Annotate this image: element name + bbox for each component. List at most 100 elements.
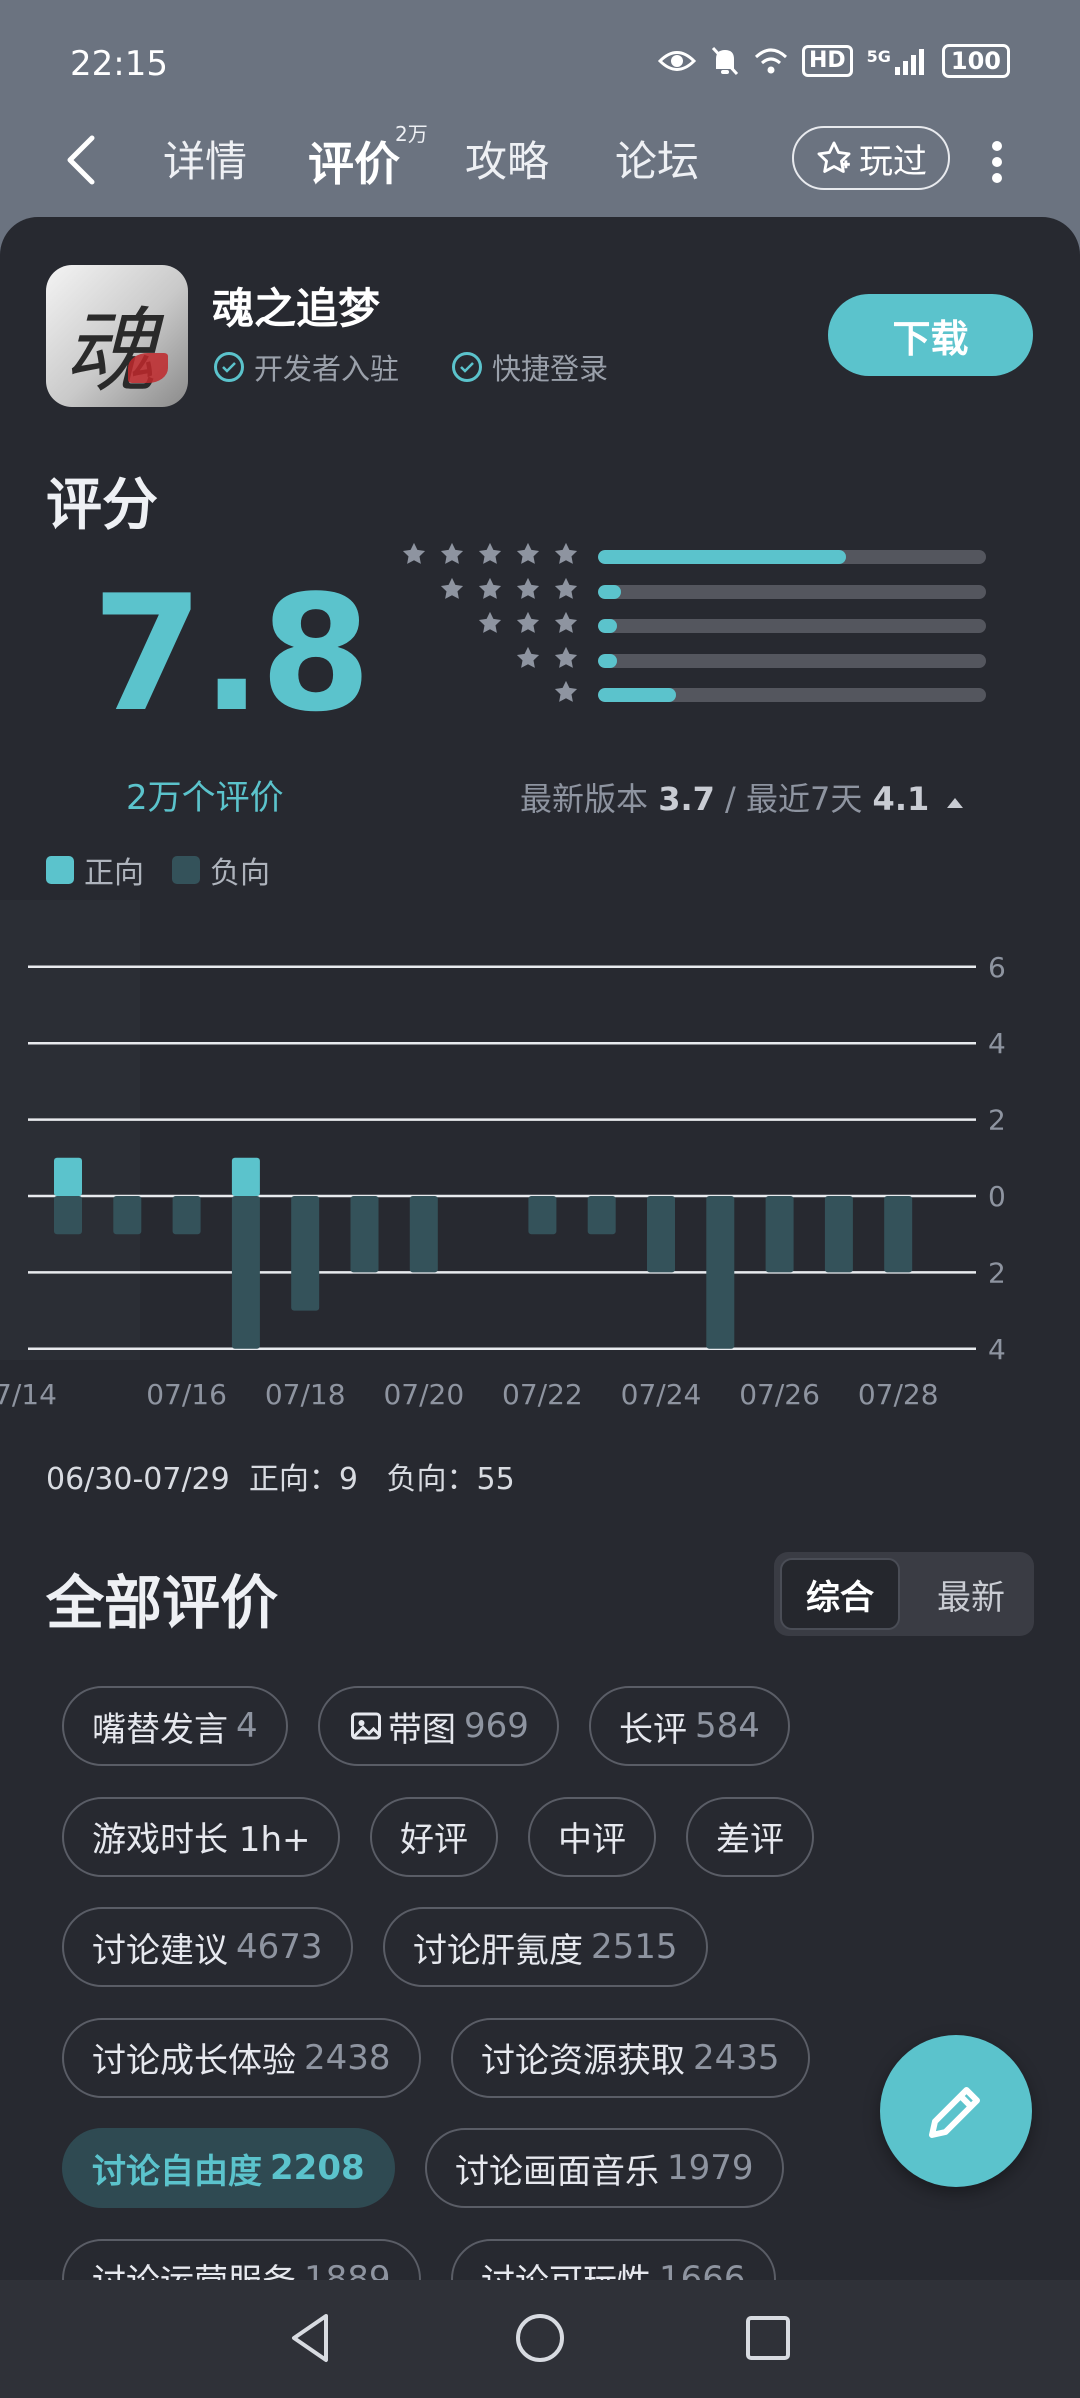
chip-label: 好评 <box>400 1820 468 1860</box>
rating-bar-fill <box>598 688 676 702</box>
filter-chip[interactable]: 讨论建议 4673 <box>62 1907 353 1987</box>
status-time: 22:15 <box>70 44 168 84</box>
y-tick-label: 0 <box>988 1180 1006 1213</box>
star-icon <box>554 611 578 633</box>
negative-bar <box>824 1196 853 1273</box>
y-tick-label: 2 <box>988 1104 1006 1137</box>
chip-count: 4673 <box>236 1927 323 1967</box>
filter-chip[interactable]: 讨论资源获取 2435 <box>451 2017 810 2098</box>
status-icons: HD 5G 100 <box>657 44 1010 78</box>
negative-bar <box>350 1196 379 1273</box>
filter-chip[interactable]: 长评 584 <box>589 1686 790 1766</box>
app-icon[interactable]: 魂 <box>46 265 188 407</box>
chip-count: 2435 <box>693 2037 780 2078</box>
star-icon <box>478 542 502 564</box>
chip-label: 带图 <box>388 1709 456 1750</box>
played-label: 玩过 <box>859 141 927 182</box>
more-vertical-icon[interactable] <box>990 140 1004 184</box>
nav-back-icon[interactable] <box>282 2308 342 2368</box>
rating-bar-5 <box>598 550 986 564</box>
star-icon <box>554 680 578 702</box>
negative-bar <box>291 1196 320 1311</box>
negative-bar <box>587 1196 616 1235</box>
filter-chip[interactable]: 游戏时长 1h+ <box>62 1796 341 1877</box>
tab-guides[interactable]: 攻略 <box>465 128 549 189</box>
stars-1 <box>386 678 580 706</box>
chip-label: 游戏时长 1h+ <box>92 1820 311 1860</box>
x-tick-label: 07/22 <box>502 1378 583 1411</box>
wifi-icon <box>754 47 788 75</box>
filter-chip[interactable]: 讨论自由度 2208 <box>62 2128 395 2208</box>
filter-chip[interactable]: 差评 <box>686 1796 814 1877</box>
x-tick-label: 07/24 <box>621 1378 702 1411</box>
rating-bar-1 <box>598 688 986 702</box>
filter-chip[interactable]: 带图 969 <box>318 1686 559 1766</box>
filter-chip[interactable]: 讨论肝氪度 2515 <box>383 1907 708 1987</box>
legend-positive-swatch <box>46 856 74 884</box>
chip-label: 长评 <box>619 1709 687 1750</box>
all-reviews-title: 全部评价 <box>46 1569 279 1637</box>
filter-chip[interactable]: 嘴替发言 4 <box>62 1686 288 1766</box>
y-tick-label: 4 <box>988 1333 1006 1366</box>
stars-4 <box>386 575 580 603</box>
rating-score: 7.8 <box>92 560 371 747</box>
up-triangle-icon <box>947 798 964 808</box>
sort-segmented-control: 综合 最新 <box>774 1552 1034 1636</box>
chip-count: 969 <box>464 1706 529 1746</box>
back-arrow-icon[interactable] <box>62 130 102 190</box>
nav-recents-icon[interactable] <box>738 2308 798 2368</box>
y-tick-label: 2 <box>988 1256 1006 1289</box>
chip-count: 1979 <box>667 2148 754 2188</box>
star-icon <box>516 542 540 564</box>
x-tick-label: 07/28 <box>858 1378 939 1411</box>
tab-reviews[interactable]: 评价 <box>308 128 400 194</box>
played-button[interactable]: 玩过 <box>792 126 950 190</box>
negative-bar <box>231 1196 260 1349</box>
pencil-icon <box>929 2087 980 2138</box>
negative-bar <box>706 1196 735 1349</box>
sort-comprehensive[interactable]: 综合 <box>780 1558 900 1630</box>
mute-bell-icon <box>710 45 740 77</box>
filter-chip[interactable]: 中评 <box>528 1796 656 1877</box>
chip-label: 讨论资源获取 <box>481 2041 685 2081</box>
x-tick-label: 07/18 <box>265 1378 346 1411</box>
negative-bar <box>54 1196 82 1235</box>
image-icon <box>351 1712 381 1740</box>
chip-count: 2438 <box>304 2037 391 2078</box>
tab-details[interactable]: 详情 <box>163 128 247 189</box>
chart-legend: 正向 负向 <box>46 848 270 892</box>
negative-bar <box>647 1196 675 1273</box>
nav-home-icon[interactable] <box>510 2308 570 2368</box>
eye-icon <box>657 48 696 74</box>
tag-developer: 开发者入驻 <box>214 346 399 388</box>
filter-chip[interactable]: 好评 <box>370 1796 498 1877</box>
system-nav-bar <box>0 2280 1080 2398</box>
star-icon <box>554 646 578 668</box>
star-icon <box>478 577 502 599</box>
chip-label: 讨论建议 <box>92 1930 228 1971</box>
download-button[interactable]: 下载 <box>828 294 1033 376</box>
negative-bar <box>113 1196 142 1235</box>
filter-chip[interactable]: 讨论画面音乐 1979 <box>425 2128 784 2208</box>
negative-bar <box>765 1196 794 1273</box>
positive-bar <box>231 1157 260 1196</box>
chip-label: 差评 <box>716 1820 784 1860</box>
rating-count: 2万个评价 <box>126 778 284 818</box>
reviews-count-superscript: 2万 <box>395 122 428 146</box>
rating-section-title: 评分 <box>46 473 158 538</box>
tab-forum[interactable]: 论坛 <box>615 128 699 189</box>
write-review-button[interactable] <box>880 2035 1032 2187</box>
star-icon <box>440 577 464 599</box>
chip-count: 4 <box>236 1706 258 1746</box>
chart-fade-area <box>0 900 140 1360</box>
star-icon <box>516 646 540 668</box>
review-trend-chart: 6 4 2 0 2 4 7/14 07/16 07/18 07/20 07/22 07/24 07/26… <box>0 900 1006 1411</box>
sort-latest[interactable]: 最新 <box>914 1558 1028 1630</box>
negative-bar <box>409 1196 438 1273</box>
filter-chip[interactable]: 讨论成长体验 2438 <box>62 2017 421 2098</box>
x-tick-label: 07/26 <box>739 1378 820 1411</box>
legend-negative-swatch <box>172 856 200 884</box>
stars-5 <box>386 540 580 568</box>
chart-summary: 06/30-07/29 正向：9 负向：55 <box>46 1462 515 1497</box>
x-tick-label: 07/20 <box>383 1378 464 1411</box>
